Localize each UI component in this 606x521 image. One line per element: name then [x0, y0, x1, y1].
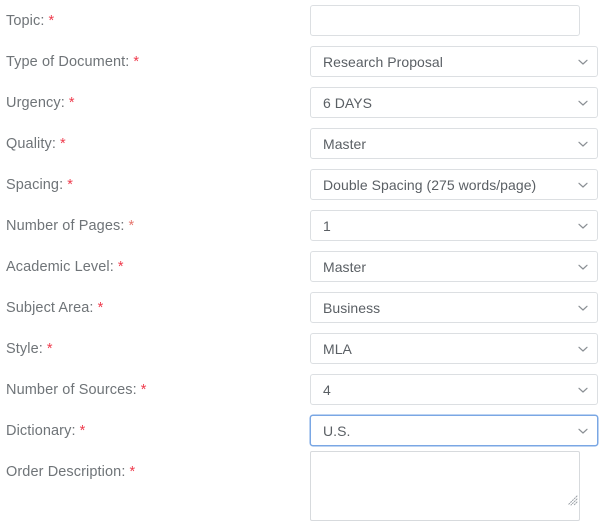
control-cell-topic [310, 5, 606, 36]
control-cell-quality: Master [310, 128, 606, 159]
type-of-document-select-wrapper: Research Proposal [310, 46, 598, 77]
label-cell-type-of-document: Type of Document: * [0, 54, 310, 70]
required-asterisk-order-description: * [129, 464, 136, 481]
control-cell-subject-area: Business [310, 292, 606, 323]
form-row-quality: Quality: * Master [0, 123, 606, 164]
academic-level-select[interactable]: Master [310, 251, 598, 282]
type-of-document-selected-value: Research Proposal [323, 53, 443, 70]
order-form: Topic: * Type of Document: * Research Propos… [0, 0, 606, 521]
control-cell-style: MLA [310, 333, 606, 364]
label-cell-style: Style: * [0, 341, 310, 357]
academic-level-selected-value: Master [323, 258, 367, 275]
label-cell-number-of-sources: Number of Sources: * [0, 382, 310, 398]
type-of-document-select[interactable]: Research Proposal [310, 46, 598, 77]
required-asterisk-type-of-document: * [133, 54, 140, 71]
label-cell-dictionary: Dictionary: * [0, 423, 310, 439]
label-cell-topic: Topic: * [0, 13, 310, 29]
number-of-sources-selected-value: 4 [323, 381, 331, 398]
control-cell-number-of-sources: 4 [310, 374, 606, 405]
label-cell-academic-level: Academic Level: * [0, 259, 310, 275]
control-cell-type-of-document: Research Proposal [310, 46, 606, 77]
control-cell-academic-level: Master [310, 251, 606, 282]
form-row-style: Style: * MLA [0, 328, 606, 369]
field-label-quality: Quality: [6, 135, 56, 152]
label-cell-spacing: Spacing: * [0, 177, 310, 193]
spacing-select-wrapper: Double Spacing (275 words/page) [310, 169, 598, 200]
field-label-number-of-pages: Number of Pages: [6, 217, 125, 234]
style-select-wrapper: MLA [310, 333, 598, 364]
number-of-sources-select-wrapper: 4 [310, 374, 598, 405]
form-row-topic: Topic: * [0, 0, 606, 41]
required-asterisk-academic-level: * [117, 259, 124, 276]
field-label-spacing: Spacing: [6, 176, 64, 193]
urgency-select-wrapper: 6 DAYS [310, 87, 598, 118]
number-of-pages-select[interactable]: 1 [310, 210, 598, 241]
required-asterisk-spacing: * [67, 177, 73, 194]
required-asterisk-style: * [46, 341, 53, 358]
order-description-textarea[interactable] [310, 451, 580, 521]
academic-level-select-wrapper: Master [310, 251, 598, 282]
number-of-sources-select[interactable]: 4 [310, 374, 598, 405]
dictionary-select-wrapper: U.S. [310, 415, 598, 446]
form-row-type-of-document: Type of Document: * Research Proposal [0, 41, 606, 82]
field-label-subject-area: Subject Area: [6, 299, 94, 316]
label-cell-number-of-pages: Number of Pages: * [0, 218, 310, 234]
style-selected-value: MLA [323, 340, 352, 357]
subject-area-select-wrapper: Business [310, 292, 598, 323]
field-label-urgency: Urgency: [6, 94, 65, 111]
field-label-academic-level: Academic Level: [6, 258, 114, 275]
topic-input[interactable] [310, 5, 580, 36]
style-select[interactable]: MLA [310, 333, 598, 364]
control-cell-urgency: 6 DAYS [310, 87, 606, 118]
control-cell-spacing: Double Spacing (275 words/page) [310, 169, 606, 200]
dictionary-selected-value: U.S. [323, 422, 351, 439]
quality-select[interactable]: Master [310, 128, 598, 159]
subject-area-select[interactable]: Business [310, 292, 598, 323]
field-label-number-of-sources: Number of Sources: [6, 381, 137, 398]
quality-selected-value: Master [323, 135, 367, 152]
order-description-textarea-wrapper [310, 451, 580, 521]
required-asterisk-number-of-pages: * [128, 218, 135, 235]
required-asterisk-subject-area: * [97, 300, 104, 317]
number-of-pages-selected-value: 1 [323, 217, 331, 234]
urgency-select[interactable]: 6 DAYS [310, 87, 598, 118]
required-asterisk-topic: * [48, 13, 55, 30]
control-cell-dictionary: U.S. [310, 415, 606, 446]
form-row-dictionary: Dictionary: * U.S. [0, 410, 606, 451]
form-row-spacing: Spacing: * Double Spacing (275 words/page) [0, 164, 606, 205]
required-asterisk-number-of-sources: * [140, 382, 147, 399]
required-asterisk-dictionary: * [79, 423, 86, 440]
label-cell-quality: Quality: * [0, 136, 310, 152]
subject-area-selected-value: Business [323, 299, 381, 316]
form-row-academic-level: Academic Level: * Master [0, 246, 606, 287]
form-row-urgency: Urgency: * 6 DAYS [0, 82, 606, 123]
spacing-select[interactable]: Double Spacing (275 words/page) [310, 169, 598, 200]
form-row-number-of-pages: Number of Pages: * 1 [0, 205, 606, 246]
spacing-selected-value: Double Spacing (275 words/page) [323, 176, 537, 193]
quality-select-wrapper: Master [310, 128, 598, 159]
field-label-order-description: Order Description: [6, 463, 126, 480]
field-label-type-of-document: Type of Document: [6, 53, 130, 70]
control-cell-number-of-pages: 1 [310, 210, 606, 241]
field-label-dictionary: Dictionary: [6, 422, 76, 439]
label-cell-order-description: Order Description: * [0, 451, 310, 492]
label-cell-urgency: Urgency: * [0, 95, 310, 111]
urgency-selected-value: 6 DAYS [323, 94, 373, 111]
required-asterisk-quality: * [59, 136, 66, 153]
control-cell-order-description [310, 451, 606, 521]
field-label-topic: Topic: [6, 12, 45, 29]
dictionary-select[interactable]: U.S. [310, 415, 598, 446]
form-row-subject-area: Subject Area: * Business [0, 287, 606, 328]
number-of-pages-select-wrapper: 1 [310, 210, 598, 241]
form-row-order-description: Order Description: * [0, 451, 606, 521]
required-asterisk-urgency: * [68, 95, 75, 112]
form-row-number-of-sources: Number of Sources: * 4 [0, 369, 606, 410]
label-cell-subject-area: Subject Area: * [0, 300, 310, 316]
field-label-style: Style: [6, 340, 43, 357]
